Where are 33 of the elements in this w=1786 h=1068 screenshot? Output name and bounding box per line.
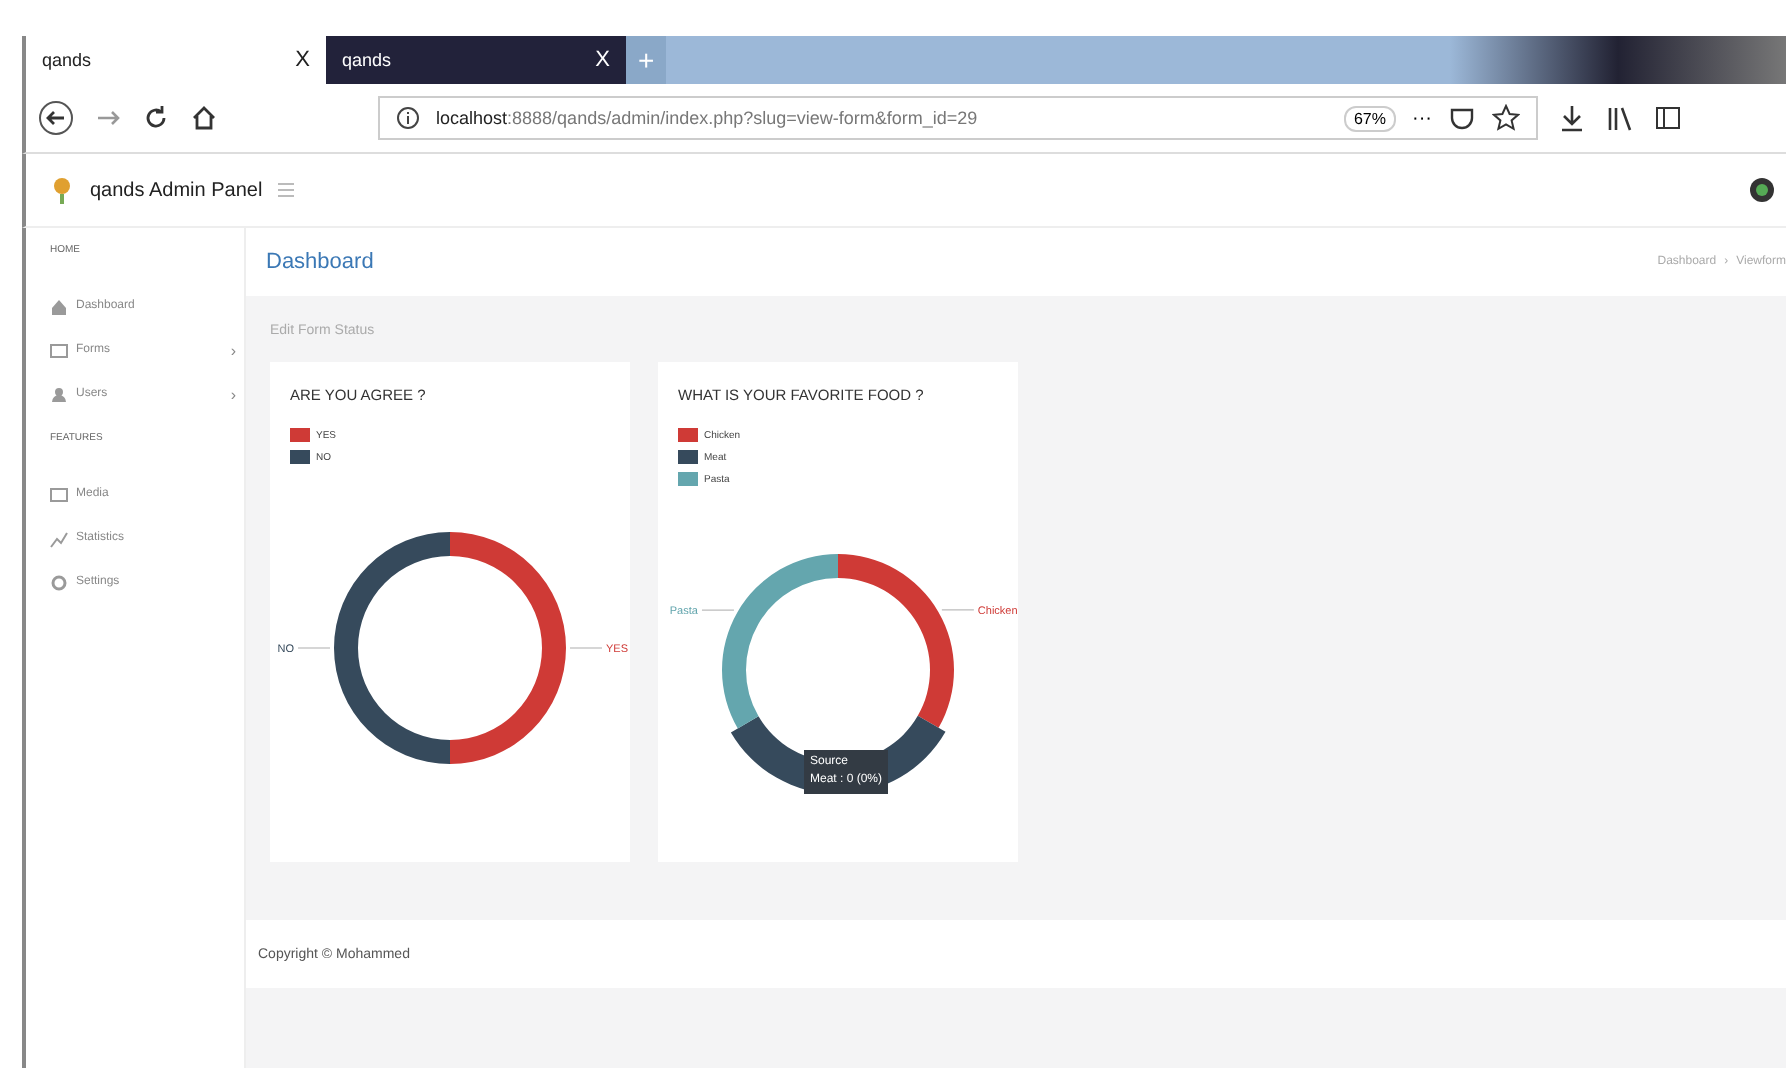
home-icon[interactable] bbox=[190, 104, 218, 132]
leader-line bbox=[297, 647, 331, 649]
settings-icon bbox=[50, 573, 68, 591]
brand-title: qands Admin Panel bbox=[90, 179, 263, 201]
close-icon[interactable]: X bbox=[595, 48, 610, 72]
chart-slice[interactable] bbox=[838, 554, 954, 728]
download-icon[interactable] bbox=[1558, 104, 1586, 132]
address-bar[interactable]: localhost:8888/qands/admin/index.php?slug=view-form&form_id=29 67% ··· bbox=[378, 96, 1538, 140]
shield-icon[interactable] bbox=[1448, 104, 1476, 132]
home-icon bbox=[50, 297, 68, 315]
library-icon[interactable] bbox=[1606, 104, 1634, 132]
leader-line bbox=[701, 609, 735, 611]
reload-icon[interactable] bbox=[142, 104, 170, 132]
info-icon bbox=[396, 106, 420, 130]
leader-line bbox=[569, 647, 603, 649]
leader-line bbox=[941, 609, 975, 611]
browser-tab[interactable]: qands X bbox=[326, 36, 626, 84]
avatar-icon[interactable] bbox=[1750, 178, 1774, 202]
back-icon[interactable] bbox=[38, 100, 74, 136]
chart-slice[interactable] bbox=[334, 532, 450, 764]
logo-icon bbox=[50, 176, 74, 204]
page-title: Dashboard bbox=[266, 250, 374, 274]
star-icon[interactable] bbox=[1492, 104, 1520, 132]
close-icon[interactable]: X bbox=[295, 48, 310, 72]
image-icon bbox=[50, 485, 68, 503]
window-icon bbox=[50, 341, 68, 359]
more-button[interactable]: ··· bbox=[1412, 107, 1432, 129]
line-chart-icon bbox=[50, 529, 68, 547]
url-text: localhost:8888/qands/admin/index.php?slug=view-form&form_id=29 bbox=[436, 108, 980, 128]
sidebar-icon[interactable] bbox=[1654, 104, 1682, 132]
chart-slice[interactable] bbox=[450, 532, 566, 764]
person-icon bbox=[50, 385, 68, 403]
zoom-badge[interactable]: 67% bbox=[1343, 105, 1396, 131]
